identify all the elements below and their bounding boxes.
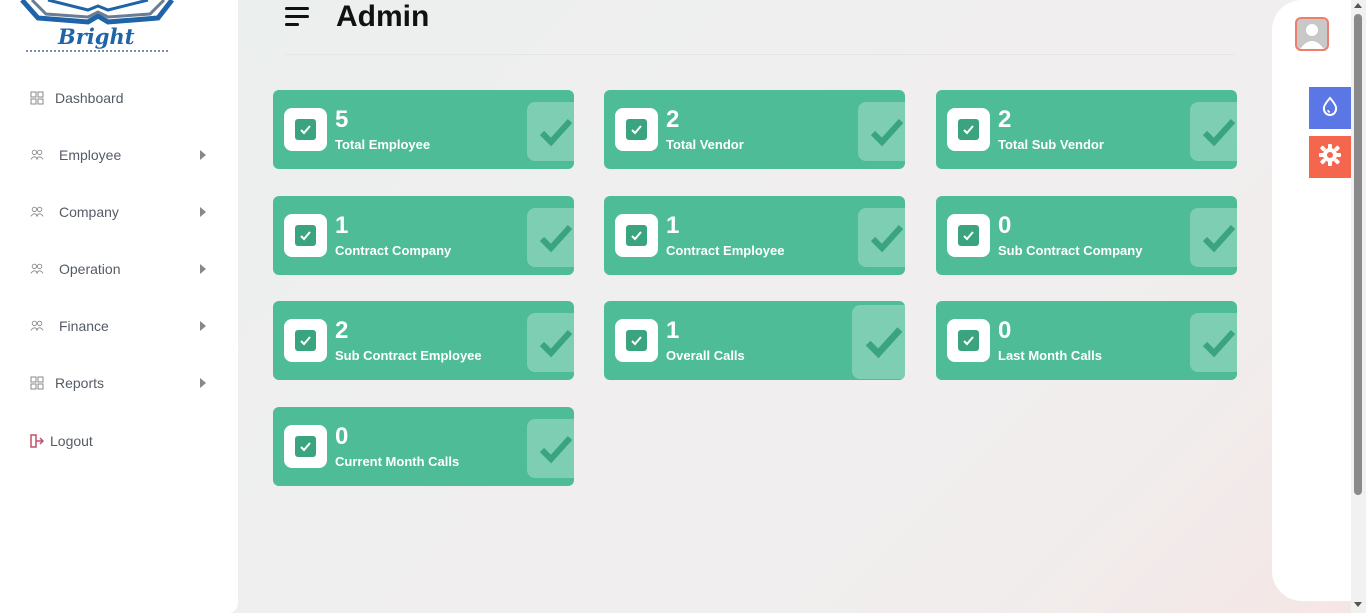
water-drop-icon xyxy=(1321,95,1339,121)
users-icon xyxy=(30,148,44,162)
checkbox-icon xyxy=(284,425,327,468)
checkbox-icon xyxy=(947,319,990,362)
stat-value: 5 xyxy=(335,106,349,133)
stat-value: 0 xyxy=(998,317,1012,344)
checkbox-icon xyxy=(615,214,658,257)
logo-tagline xyxy=(26,50,168,54)
checkmark-icon xyxy=(858,208,905,267)
sidebar-item-dashboard[interactable]: Dashboard xyxy=(0,78,238,118)
stat-value: 0 xyxy=(335,423,349,450)
stat-label: Sub Contract Employee xyxy=(335,348,482,363)
stat-label: Overall Calls xyxy=(666,348,745,363)
settings-button[interactable] xyxy=(1309,136,1351,178)
stat-label: Last Month Calls xyxy=(998,348,1103,363)
stat-card-overall-calls[interactable]: 1 Overall Calls xyxy=(604,301,905,380)
stat-value: 1 xyxy=(666,212,680,239)
sidebar-item-label: Employee xyxy=(59,147,122,163)
gear-icon xyxy=(1318,143,1342,172)
user-avatar-icon[interactable] xyxy=(1295,17,1329,51)
checkmark-icon xyxy=(1190,208,1237,267)
checkmark-icon xyxy=(527,208,574,267)
stat-value: 2 xyxy=(666,106,680,133)
chevron-right-icon xyxy=(200,207,206,217)
checkbox-icon xyxy=(947,108,990,151)
chevron-right-icon xyxy=(200,150,206,160)
stat-value: 1 xyxy=(335,212,349,239)
scroll-up-icon[interactable] xyxy=(1354,3,1362,8)
stat-value: 2 xyxy=(998,106,1012,133)
scroll-thumb[interactable] xyxy=(1354,14,1362,495)
sidebar-item-operation[interactable]: Operation xyxy=(0,249,238,289)
stat-card-sub-contract-company[interactable]: 0 Sub Contract Company xyxy=(936,196,1237,275)
vertical-scrollbar[interactable] xyxy=(1351,0,1366,613)
chevron-right-icon xyxy=(200,378,206,388)
logo-text: Bright xyxy=(58,24,135,49)
users-icon xyxy=(30,262,44,276)
stat-label: Total Employee xyxy=(335,137,431,152)
stat-card-total-vendor[interactable]: 2 Total Vendor xyxy=(604,90,905,169)
checkbox-icon xyxy=(284,108,327,151)
checkbox-icon xyxy=(284,319,327,362)
sidebar-item-employee[interactable]: Employee xyxy=(0,135,238,175)
sidebar-item-label: Company xyxy=(59,204,119,220)
sidebar-item-label: Dashboard xyxy=(55,90,124,106)
stat-label: Current Month Calls xyxy=(335,454,460,469)
sidebar-item-logout[interactable]: Logout xyxy=(0,421,238,461)
users-icon xyxy=(30,319,44,333)
checkmark-icon xyxy=(1190,102,1237,161)
sidebar-item-finance[interactable]: Finance xyxy=(0,306,238,346)
checkmark-icon xyxy=(527,313,574,372)
checkmark-icon xyxy=(527,102,574,161)
checkmark-icon xyxy=(858,102,905,161)
stat-card-total-sub-vendor[interactable]: 2 Total Sub Vendor xyxy=(936,90,1237,169)
stat-card-total-employee[interactable]: 5 Total Employee xyxy=(273,90,574,169)
checkmark-icon xyxy=(1190,313,1237,372)
scroll-down-icon[interactable] xyxy=(1354,602,1362,607)
header-divider xyxy=(285,54,1235,55)
logout-icon xyxy=(30,434,44,448)
stat-card-sub-contract-employee[interactable]: 2 Sub Contract Employee xyxy=(273,301,574,380)
checkbox-icon xyxy=(615,319,658,362)
sidebar-item-label: Finance xyxy=(59,318,109,334)
stat-card-contract-employee[interactable]: 1 Contract Employee xyxy=(604,196,905,275)
sidebar-item-label: Operation xyxy=(59,261,121,277)
hamburger-menu-button[interactable] xyxy=(285,6,311,28)
stat-value: 0 xyxy=(998,212,1012,239)
theme-color-button[interactable] xyxy=(1309,87,1351,129)
checkbox-icon xyxy=(947,214,990,257)
grid-icon xyxy=(30,91,44,105)
stat-card-contract-company[interactable]: 1 Contract Company xyxy=(273,196,574,275)
stat-card-current-month-calls[interactable]: 0 Current Month Calls xyxy=(273,407,574,486)
sidebar-item-label: Reports xyxy=(55,375,105,391)
stat-card-last-month-calls[interactable]: 0 Last Month Calls xyxy=(936,301,1237,380)
page-title: Admin xyxy=(336,0,430,33)
chevron-right-icon xyxy=(200,321,206,331)
stat-value: 1 xyxy=(666,317,680,344)
sidebar-item-company[interactable]: Company xyxy=(0,192,238,232)
chevron-right-icon xyxy=(200,264,206,274)
sidebar-item-label: Logout xyxy=(50,433,93,449)
sidebar-item-reports[interactable]: Reports xyxy=(0,363,238,403)
checkmark-icon xyxy=(527,419,574,478)
stat-label: Contract Employee xyxy=(666,243,785,258)
logo[interactable]: Bright xyxy=(18,0,178,56)
users-icon xyxy=(30,205,44,219)
checkbox-icon xyxy=(615,108,658,151)
stat-label: Contract Company xyxy=(335,243,452,258)
stat-value: 2 xyxy=(335,317,349,344)
checkmark-icon xyxy=(852,305,905,379)
sidebar: Bright Dashboard Employee Company Operat… xyxy=(0,0,238,613)
stat-label: Total Vendor xyxy=(666,137,744,152)
stat-label: Sub Contract Company xyxy=(998,243,1143,258)
stat-label: Total Sub Vendor xyxy=(998,137,1104,152)
grid-icon xyxy=(30,376,44,390)
checkbox-icon xyxy=(284,214,327,257)
